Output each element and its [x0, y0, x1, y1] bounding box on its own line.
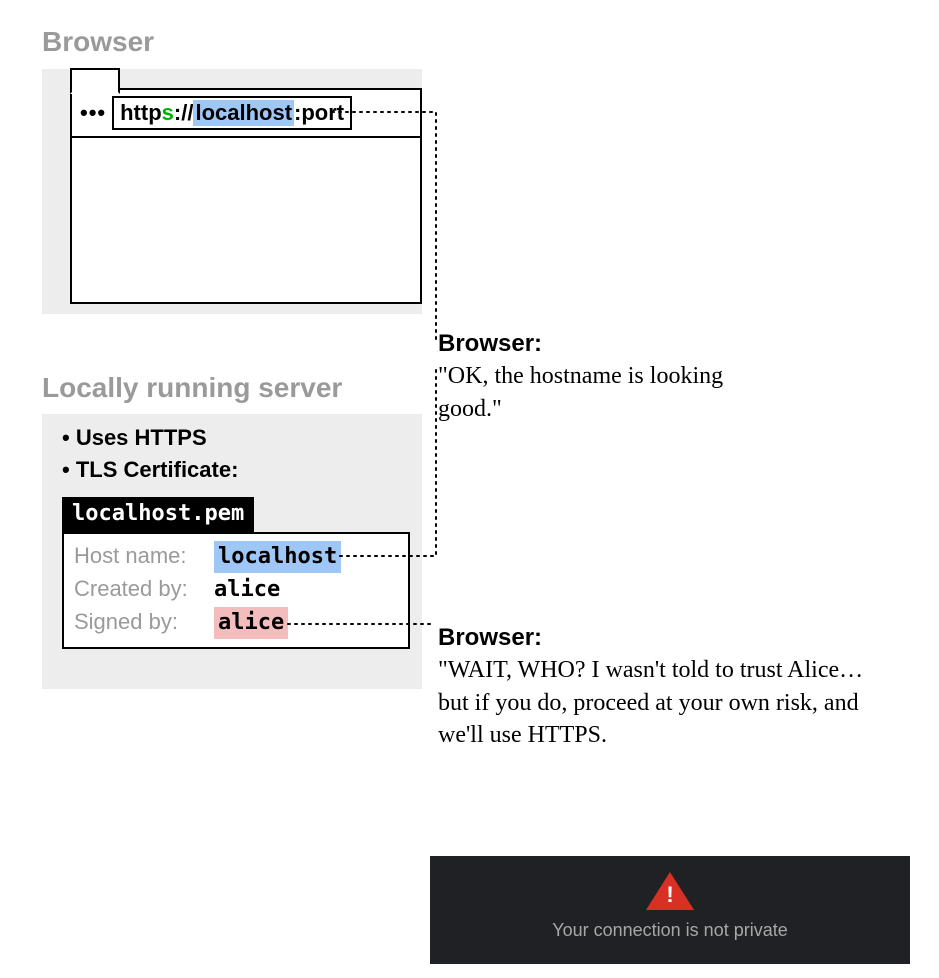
- browser-chrome-bar: ••• https://localhost:port: [72, 90, 420, 138]
- privacy-warning-text: Your connection is not private: [552, 920, 788, 941]
- cert-hostname-label: Host name:: [74, 540, 204, 572]
- note-warn-body: "WAIT, WHO? I wasn't told to trust Alice…: [438, 654, 878, 751]
- server-section-heading: Locally running server: [42, 372, 342, 404]
- cert-created-value: alice: [214, 574, 280, 606]
- warning-bang: !: [666, 882, 674, 908]
- server-bullet-https: Uses HTTPS: [62, 422, 238, 454]
- browser-window: ••• https://localhost:port: [70, 88, 422, 304]
- cert-signed-label: Signed by:: [74, 606, 204, 638]
- cert-signed-value: alice: [214, 607, 288, 639]
- privacy-warning-card: ! Your connection is not private: [430, 856, 910, 964]
- cert-row-created: Created by: alice: [74, 573, 398, 606]
- note-ok-body: "OK, the hostname is looking good.": [438, 360, 778, 425]
- cert-box: Host name: localhost Created by: alice S…: [62, 532, 410, 649]
- note-warn-title: Browser:: [438, 622, 878, 654]
- ellipsis-icon: •••: [80, 100, 106, 126]
- url-box: https://localhost:port: [112, 96, 352, 130]
- url-host: localhost: [193, 100, 294, 126]
- server-bullets: Uses HTTPS TLS Certificate:: [62, 422, 238, 486]
- cert-row-hostname: Host name: localhost: [74, 540, 398, 573]
- note-hostname-ok: Browser: "OK, the hostname is looking go…: [438, 328, 778, 425]
- cert-created-label: Created by:: [74, 573, 204, 605]
- cert-filename: localhost.pem: [62, 497, 254, 532]
- browser-section-heading: Browser: [42, 26, 154, 58]
- server-bullet-tls: TLS Certificate:: [62, 454, 238, 486]
- url-scheme-s: s: [162, 100, 174, 126]
- warning-triangle-icon: !: [646, 872, 694, 910]
- url-port: port: [301, 100, 344, 126]
- note-ok-title: Browser:: [438, 328, 778, 360]
- cert-row-signed: Signed by: alice: [74, 606, 398, 639]
- cert-hostname-value: localhost: [214, 541, 341, 573]
- url-sep: ://: [174, 100, 194, 126]
- note-signer-warn: Browser: "WAIT, WHO? I wasn't told to tr…: [438, 622, 878, 752]
- url-port-sep: :: [294, 100, 301, 126]
- url-scheme-http: http: [120, 100, 162, 126]
